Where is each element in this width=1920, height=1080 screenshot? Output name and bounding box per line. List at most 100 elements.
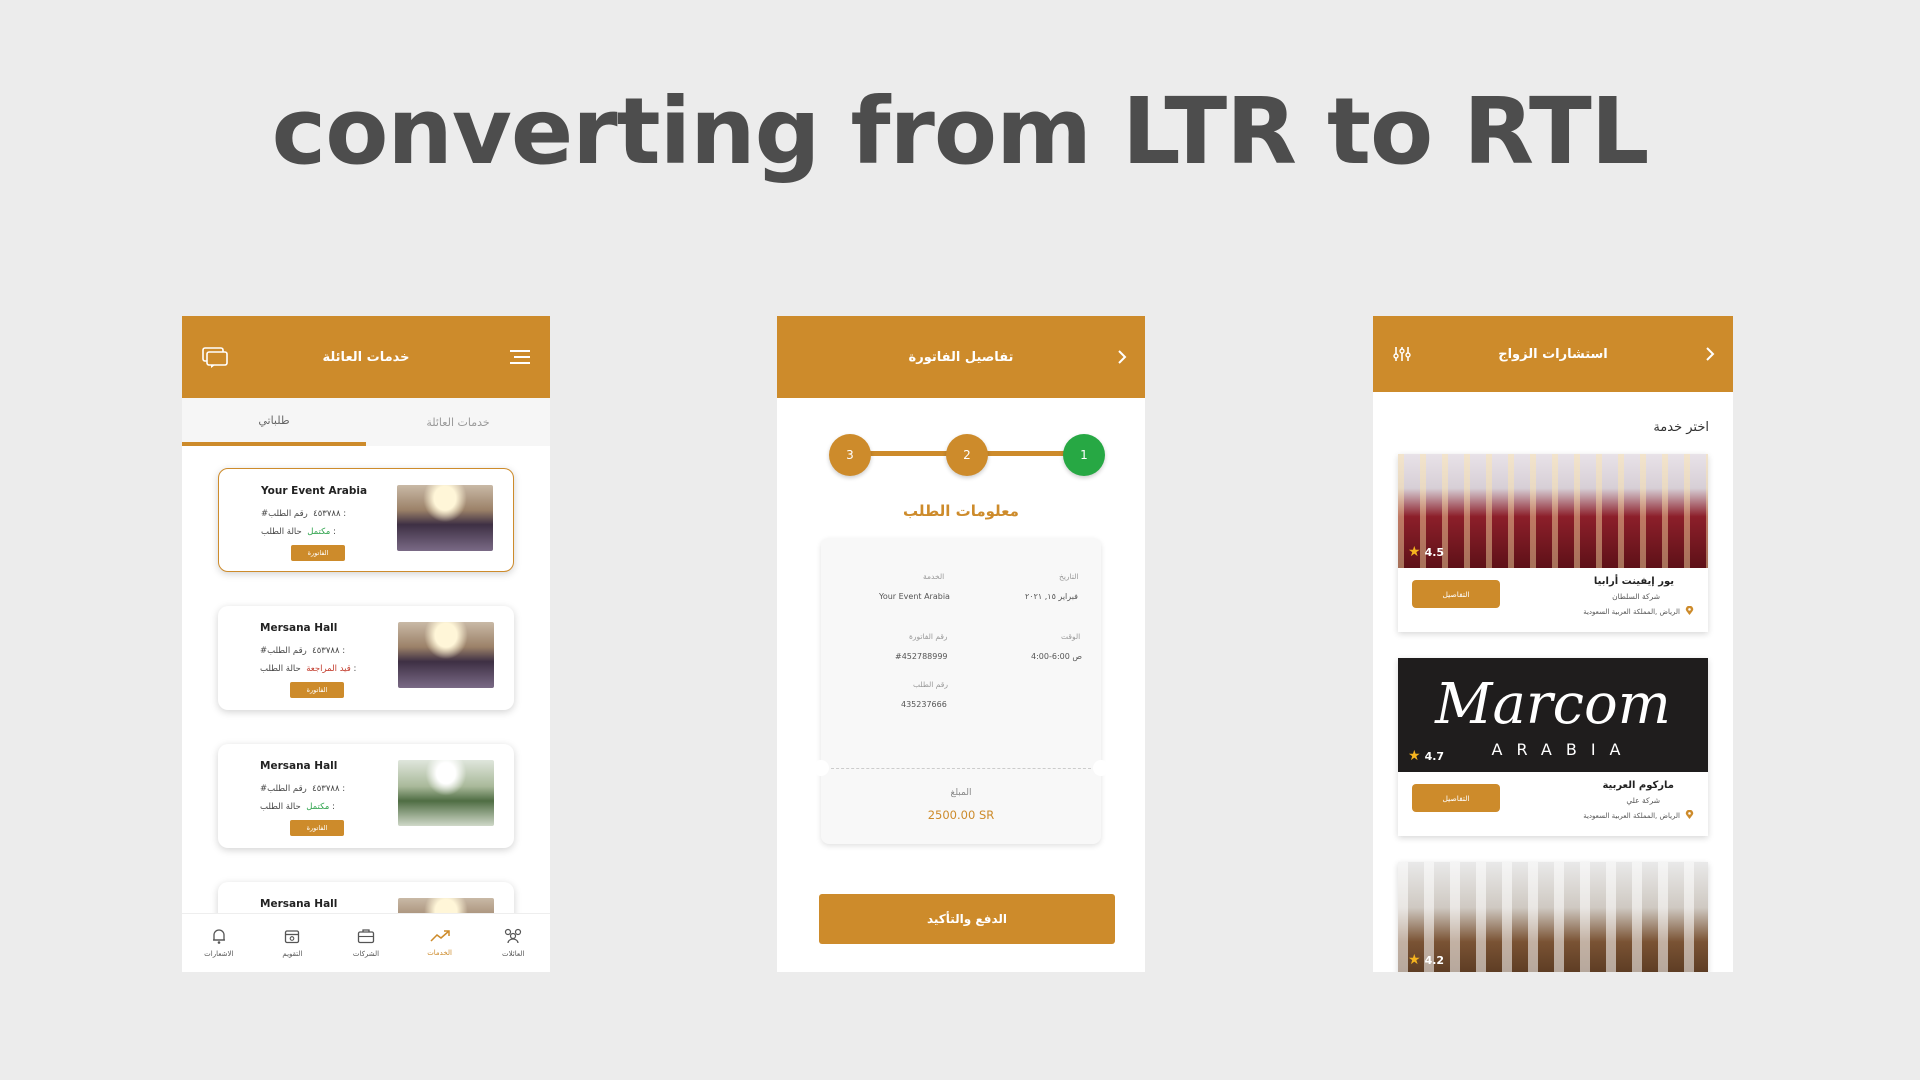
tab-my-orders[interactable]: طلباتي bbox=[182, 398, 366, 446]
invoice-details-screen: تفاصيل الفاتورة 3 2 1 معلومات الطلب الخد… bbox=[777, 316, 1145, 972]
invoice-number-value: #452788999 bbox=[895, 652, 948, 661]
app-bar: استشارات الزواج bbox=[1373, 316, 1733, 392]
ticket-notch bbox=[1093, 760, 1109, 776]
nav-services[interactable]: الخدمات bbox=[403, 914, 477, 972]
tab-bar: طلباتي خدمات العائلة bbox=[182, 398, 550, 446]
location: الرياض ,المملكة العربية السعودية bbox=[1583, 812, 1680, 820]
filter-icon[interactable] bbox=[1393, 346, 1411, 362]
chat-icon[interactable] bbox=[202, 346, 228, 368]
venue-thumbnail bbox=[398, 760, 494, 826]
screen-title: استشارات الزواج bbox=[1498, 346, 1608, 362]
screen-title: خدمات العائلة bbox=[322, 349, 410, 365]
invoice-button[interactable]: الفاتورة bbox=[290, 682, 344, 698]
order-status-row: مكتمل حالة الطلب : bbox=[260, 802, 335, 812]
star-icon: ★ bbox=[1408, 748, 1421, 764]
menu-icon[interactable] bbox=[510, 349, 532, 365]
dashed-divider bbox=[831, 768, 1091, 769]
service-card[interactable]: ★ 4.2 bbox=[1398, 862, 1708, 972]
step-2: 2 bbox=[946, 434, 988, 476]
invoice-number-label: رقم الفاتورة bbox=[909, 632, 948, 641]
invoice-button[interactable]: الفاتورة bbox=[290, 820, 344, 836]
nav-families[interactable]: العائلات bbox=[476, 914, 550, 972]
service-value: Your Event Arabia bbox=[879, 592, 950, 601]
details-button[interactable]: التفاصيل bbox=[1412, 784, 1500, 812]
service-image: ★ 4.5 bbox=[1398, 454, 1708, 568]
service-image: ★ 4.2 bbox=[1398, 862, 1708, 972]
people-icon bbox=[505, 928, 522, 944]
order-number-row: #٤٥٣٧٨٨ رقم الطلب : bbox=[261, 509, 347, 519]
amount-value: 2500.00 SR bbox=[927, 808, 995, 822]
invoice-button[interactable]: الفاتورة bbox=[291, 545, 345, 561]
service-label: الخدمة bbox=[923, 572, 945, 581]
nav-notifications[interactable]: الاشعارات bbox=[182, 914, 256, 972]
briefcase-icon bbox=[357, 929, 375, 944]
trending-icon bbox=[430, 930, 450, 942]
app-bar: تفاصيل الفاتورة bbox=[777, 316, 1145, 398]
service-image: Marcom ARABIA ★ 4.7 bbox=[1398, 658, 1708, 772]
orders-list: Your Event Arabia #٤٥٣٧٨٨ رقم الطلب : مك… bbox=[182, 446, 550, 972]
screen-title: تفاصيل الفاتورة bbox=[908, 349, 1014, 365]
family-services-screen: خدمات العائلة طلباتي خدمات العائلة Your … bbox=[182, 316, 550, 972]
star-icon: ★ bbox=[1408, 952, 1421, 968]
step-1: 1 bbox=[1063, 434, 1105, 476]
amount-label: المبلغ bbox=[950, 788, 972, 798]
order-number-row: #٤٥٣٧٨٨ رقم الطلب : bbox=[260, 784, 346, 794]
rating: ★ 4.2 bbox=[1408, 952, 1445, 968]
invoice-card: الخدمة Your Event Arabia التاريخ فبراير … bbox=[813, 538, 1109, 844]
order-card[interactable]: Mersana Hall #٤٥٣٧٨٨ رقم الطلب : مكتمل ح… bbox=[218, 744, 514, 848]
progress-stepper: 3 2 1 bbox=[777, 398, 1145, 508]
time-label: الوقت bbox=[1061, 632, 1081, 641]
venue-name: Mersana Hall bbox=[260, 622, 338, 634]
ticket-notch bbox=[813, 760, 829, 776]
nav-calendar[interactable]: التقويم bbox=[256, 914, 330, 972]
venue-name: Mersana Hall bbox=[260, 760, 338, 772]
date-label: التاريخ bbox=[1059, 572, 1079, 581]
calendar-icon bbox=[285, 930, 300, 944]
status-badge: مكتمل bbox=[306, 802, 330, 812]
location-pin-icon bbox=[1685, 810, 1694, 819]
order-number-row: #٤٥٣٧٨٨ رقم الطلب : bbox=[260, 646, 346, 656]
venue-thumbnail bbox=[397, 485, 493, 551]
company-name: شركة السلطان bbox=[1612, 592, 1660, 601]
brand-logo-sub: ARABIA bbox=[1491, 740, 1635, 759]
time-value: 4:00-6:00 ص bbox=[1031, 652, 1083, 661]
order-number-value: 435237666 bbox=[901, 700, 947, 709]
chevron-right-icon[interactable] bbox=[1705, 346, 1715, 362]
service-card[interactable]: Marcom ARABIA ★ 4.7 التفاصيل ماركوم العرب… bbox=[1398, 658, 1708, 836]
step-3: 3 bbox=[829, 434, 871, 476]
app-bar: خدمات العائلة bbox=[182, 316, 550, 398]
venue-thumbnail bbox=[398, 622, 494, 688]
rating: ★ 4.7 bbox=[1408, 748, 1445, 764]
bell-icon bbox=[212, 929, 225, 944]
location-pin-icon bbox=[1685, 606, 1694, 615]
order-card[interactable]: Mersana Hall #٤٥٣٧٨٨ رقم الطلب : قيد الم… bbox=[218, 606, 514, 710]
venue-name: Mersana Hall bbox=[260, 898, 338, 910]
order-status-row: مكتمل حالة الطلب : bbox=[261, 527, 336, 537]
chevron-right-icon[interactable] bbox=[1117, 349, 1127, 365]
order-status-row: قيد المراجعة حالة الطلب : bbox=[260, 664, 357, 674]
service-info: التفاصيل ماركوم العربية شركة علي الرياض … bbox=[1398, 772, 1708, 836]
star-icon: ★ bbox=[1408, 544, 1421, 560]
marriage-consultations-screen: استشارات الزواج اختر خدمة ★ 4.5 التفاصيل … bbox=[1373, 316, 1733, 972]
nav-companies[interactable]: الشركات bbox=[329, 914, 403, 972]
page-heading: converting from LTR to RTL bbox=[271, 78, 1650, 185]
service-name: ماركوم العربية bbox=[1602, 780, 1674, 791]
service-name: يور إيفينت أرابيا bbox=[1593, 576, 1674, 587]
status-badge: قيد المراجعة bbox=[306, 664, 351, 674]
bottom-navigation: الاشعارات التقويم الشركات الخدمات العائل… bbox=[182, 913, 550, 972]
venue-name: Your Event Arabia bbox=[261, 485, 368, 497]
service-card[interactable]: ★ 4.5 التفاصيل يور إيفينت أرابيا شركة الس… bbox=[1398, 454, 1708, 632]
location: الرياض ,المملكة العربية السعودية bbox=[1583, 608, 1680, 616]
pay-confirm-button[interactable]: الدفع والتأكيد bbox=[819, 894, 1115, 944]
tab-family-services[interactable]: خدمات العائلة bbox=[366, 398, 550, 446]
rating: ★ 4.5 bbox=[1408, 544, 1445, 560]
details-button[interactable]: التفاصيل bbox=[1412, 580, 1500, 608]
order-number-label: رقم الطلب bbox=[913, 680, 948, 689]
service-info: التفاصيل يور إيفينت أرابيا شركة السلطان … bbox=[1398, 568, 1708, 632]
brand-logo: Marcom bbox=[1435, 672, 1671, 737]
date-value: فبراير ١٥, ٢٠٢١ bbox=[1025, 592, 1078, 601]
section-title: اختر خدمة bbox=[1653, 420, 1709, 435]
company-name: شركة علي bbox=[1626, 796, 1660, 805]
order-card[interactable]: Your Event Arabia #٤٥٣٧٨٨ رقم الطلب : مك… bbox=[218, 468, 514, 572]
status-badge: مكتمل bbox=[307, 527, 331, 537]
